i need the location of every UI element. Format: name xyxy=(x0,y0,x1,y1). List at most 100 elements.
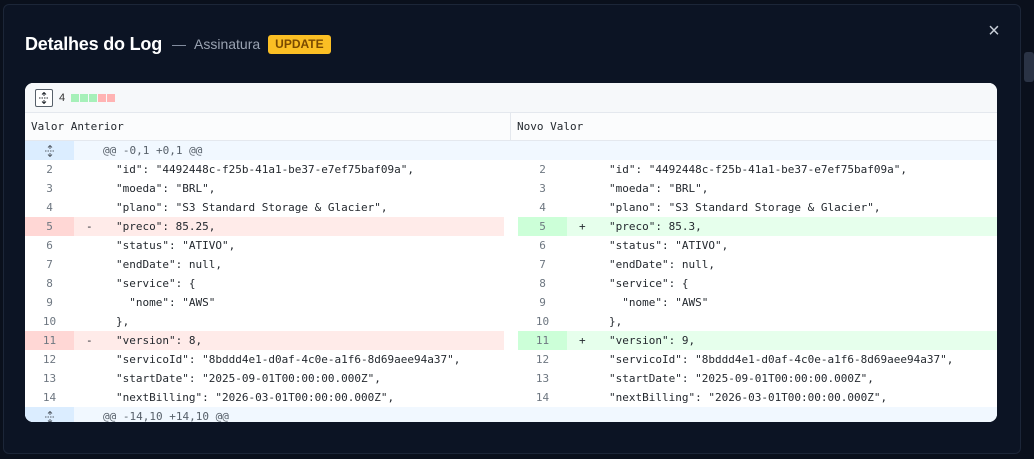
code-line: "servicoId": "8bddd4e1-d0af-4c0e-a1f6-8d… xyxy=(609,353,954,366)
removed-marker xyxy=(86,369,100,388)
added-marker xyxy=(579,236,593,255)
code-line: "nextBilling": "2026-03-01T00:00:00.000Z… xyxy=(116,391,395,404)
old-line: 13 "startDate": "2025-09-01T00:00:00.000Z… xyxy=(25,369,504,388)
code-line: }, xyxy=(609,315,623,328)
old-line: 10}, xyxy=(25,312,504,331)
line-number: 14 xyxy=(42,391,57,404)
old-line: 2 "id": "4492448c-f25b-41a1-be37-e7ef75ba… xyxy=(25,160,504,179)
new-line: 8 "service": { xyxy=(518,274,997,293)
code-line: "service": { xyxy=(609,277,689,290)
removed-marker: - xyxy=(86,217,100,236)
line-number: 10 xyxy=(535,315,550,328)
line-number: 2 xyxy=(539,163,546,176)
change-block xyxy=(80,93,89,102)
added-marker xyxy=(579,369,593,388)
diff-row: 13 "startDate": "2025-09-01T00:00:00.000Z… xyxy=(25,369,997,388)
removed-marker xyxy=(86,312,100,331)
line-number: 14 xyxy=(535,391,550,404)
old-line: 6 "status": "ATIVO", xyxy=(25,236,504,255)
new-line: 2 "id": "4492448c-f25b-41a1-be37-e7ef75ba… xyxy=(518,160,997,179)
diff-toolbar: 4 xyxy=(25,83,997,113)
line-number: 11 xyxy=(25,331,74,350)
code-line: "status": "ATIVO", xyxy=(116,239,236,252)
code-line: "version": 9, xyxy=(609,334,696,347)
diff-row: 9 "nome": "AWS" 9 "nome": "AWS" xyxy=(25,293,997,312)
line-number: 6 xyxy=(539,239,546,252)
new-line: 14 "nextBilling": "2026-03-01T00:00:00.00… xyxy=(518,388,997,407)
code-line: }, xyxy=(116,315,130,328)
diff-row: 6 "status": "ATIVO", 6 "status": "ATIVO", xyxy=(25,236,997,255)
old-line: 14 "nextBilling": "2026-03-01T00:00:00.00… xyxy=(25,388,504,407)
line-number: 4 xyxy=(539,201,546,214)
added-marker xyxy=(579,274,593,293)
unfold-icon[interactable] xyxy=(25,407,74,422)
new-line: 5 + "preco": 85.3, xyxy=(518,217,997,236)
code-line: "moeda": "BRL", xyxy=(116,182,216,195)
line-number: 8 xyxy=(539,277,546,290)
diff-row: 8 "service": { 8 "service": { xyxy=(25,274,997,293)
close-icon[interactable]: × xyxy=(984,21,1004,41)
diff-row: 4 "plano": "S3 Standard Storage & Glacier… xyxy=(25,198,997,217)
new-line: 6 "status": "ATIVO", xyxy=(518,236,997,255)
old-value-header: Valor Anterior xyxy=(25,113,511,140)
new-value-header: Novo Valor xyxy=(517,120,584,133)
diff-row: 11- "version": 8, 11 + "version": 9, xyxy=(25,331,997,350)
line-number: 9 xyxy=(539,296,546,309)
modal-title: Detalhes do Log xyxy=(25,33,163,54)
change-block xyxy=(89,93,98,102)
line-number: 13 xyxy=(535,372,550,385)
line-number: 2 xyxy=(46,163,53,176)
code-line: "preco": 85.3, xyxy=(609,220,702,233)
code-line: "startDate": "2025-09-01T00:00:00.000Z", xyxy=(609,372,874,385)
line-number: 3 xyxy=(539,182,546,195)
line-number: 9 xyxy=(46,296,53,309)
code-line: "moeda": "BRL", xyxy=(609,182,709,195)
code-line: "id": "4492448c-f25b-41a1-be37-e7ef75baf… xyxy=(609,163,908,176)
hunk-header-bottom[interactable]: @@ -14,10 +14,10 @@ xyxy=(25,407,997,422)
new-line: 7 "endDate": null, xyxy=(518,255,997,274)
column-headers: Valor Anterior Novo Valor xyxy=(25,113,997,141)
line-number: 3 xyxy=(46,182,53,195)
new-line: 12 "servicoId": "8bddd4e1-d0af-4c0e-a1f6-… xyxy=(518,350,997,369)
expand-all-icon[interactable] xyxy=(35,88,53,107)
added-marker xyxy=(579,198,593,217)
line-number: 12 xyxy=(42,353,57,366)
new-line: 4 "plano": "S3 Standard Storage & Glacier… xyxy=(518,198,997,217)
added-marker xyxy=(579,388,593,407)
line-number: 4 xyxy=(46,201,53,214)
modal-header: Detalhes do Log — Assinatura UPDATE xyxy=(25,31,331,57)
line-number: 5 xyxy=(25,217,74,236)
line-number: 12 xyxy=(535,353,550,366)
added-marker xyxy=(579,160,593,179)
removed-marker xyxy=(86,179,100,198)
removed-marker: - xyxy=(86,331,100,350)
removed-marker xyxy=(86,350,100,369)
hunk-header-top[interactable]: @@ -0,1 +0,1 @@ xyxy=(25,141,997,160)
added-marker: + xyxy=(579,334,586,347)
code-line: "id": "4492448c-f25b-41a1-be37-e7ef75baf… xyxy=(116,163,415,176)
line-number: 11 xyxy=(518,331,567,350)
removed-marker xyxy=(86,388,100,407)
added-marker: + xyxy=(579,220,586,233)
code-line: "endDate": null, xyxy=(609,258,715,271)
new-line: 9 "nome": "AWS" xyxy=(518,293,997,312)
code-line: "plano": "S3 Standard Storage & Glacier"… xyxy=(609,201,881,214)
scrollbar[interactable] xyxy=(1024,52,1034,82)
diff-row: 14 "nextBilling": "2026-03-01T00:00:00.00… xyxy=(25,388,997,407)
change-block xyxy=(98,93,107,102)
diff-row: 10}, 10}, xyxy=(25,312,997,331)
old-line: 12 "servicoId": "8bddd4e1-d0af-4c0e-a1f6-… xyxy=(25,350,504,369)
new-line: 3 "moeda": "BRL", xyxy=(518,179,997,198)
old-line: 4 "plano": "S3 Standard Storage & Glacier… xyxy=(25,198,504,217)
unfold-icon[interactable] xyxy=(25,141,74,160)
diff-row: 3 "moeda": "BRL", 3 "moeda": "BRL", xyxy=(25,179,997,198)
line-number: 8 xyxy=(46,277,53,290)
hunk-label: @@ -0,1 +0,1 @@ xyxy=(103,144,203,157)
code-line: "service": { xyxy=(116,277,196,290)
old-line: 5- "preco": 85.25, xyxy=(25,217,504,236)
change-blocks xyxy=(71,93,116,102)
code-line: "version": 8, xyxy=(100,331,504,350)
old-line: 3 "moeda": "BRL", xyxy=(25,179,504,198)
diff-row: 7 "endDate": null, 7 "endDate": null, xyxy=(25,255,997,274)
line-number: 10 xyxy=(42,315,57,328)
